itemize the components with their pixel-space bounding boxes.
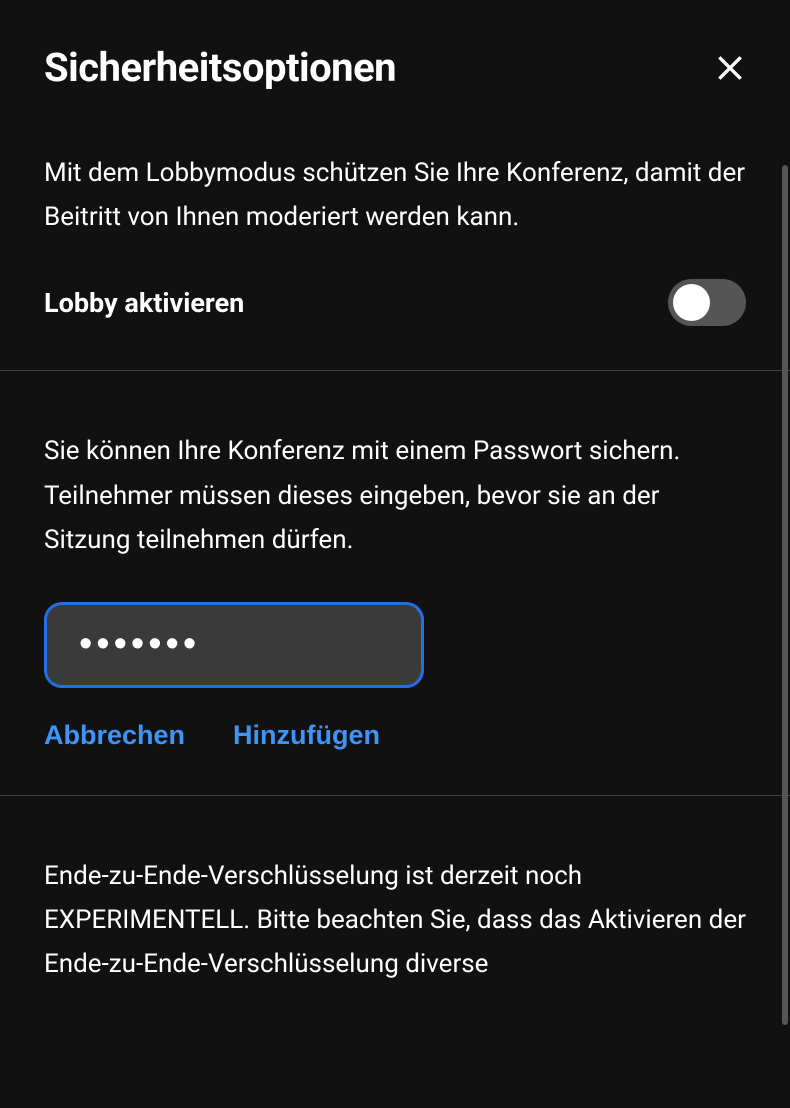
add-button[interactable]: Hinzufügen xyxy=(233,720,380,751)
lobby-toggle-label: Lobby aktivieren xyxy=(44,287,244,319)
password-description: Sie können Ihre Konferenz mit einem Pass… xyxy=(44,429,746,562)
lobby-description: Mit dem Lobbymodus schützen Sie Ihre Kon… xyxy=(44,151,746,239)
scrollbar[interactable] xyxy=(782,165,788,1025)
close-icon xyxy=(714,52,746,84)
close-button[interactable] xyxy=(714,52,746,84)
lobby-section: Mit dem Lobbymodus schützen Sie Ihre Kon… xyxy=(44,151,746,370)
toggle-knob xyxy=(673,284,710,321)
e2e-description: Ende-zu-Ende-Verschlüsselung ist derzeit… xyxy=(44,854,746,987)
modal-title: Sicherheitsoptionen xyxy=(44,44,396,91)
lobby-toggle-row: Lobby aktivieren xyxy=(44,279,746,326)
modal-header: Sicherheitsoptionen xyxy=(44,44,746,91)
lobby-toggle[interactable] xyxy=(668,279,746,326)
cancel-button[interactable]: Abbrechen xyxy=(44,720,185,751)
password-button-row: Abbrechen Hinzufügen xyxy=(44,720,746,751)
password-input[interactable] xyxy=(44,602,424,688)
e2e-section: Ende-zu-Ende-Verschlüsselung ist derzeit… xyxy=(44,796,746,1071)
password-section: Sie können Ihre Konferenz mit einem Pass… xyxy=(44,371,746,795)
security-options-modal: Sicherheitsoptionen Mit dem Lobbymodus s… xyxy=(0,0,790,1108)
